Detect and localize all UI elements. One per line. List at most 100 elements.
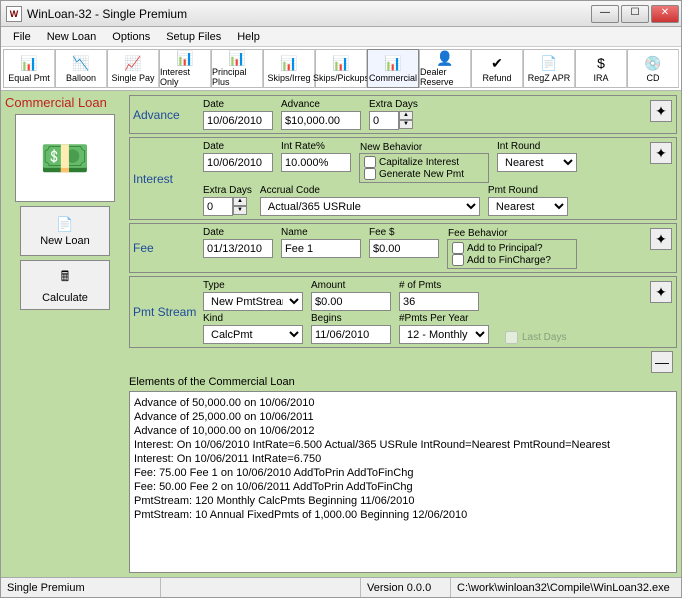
interest-extradays-label: Extra Days: [203, 185, 252, 196]
spin-up[interactable]: ▲: [233, 197, 247, 206]
close-button[interactable]: ✕: [651, 5, 679, 23]
toolbar-regz-apr[interactable]: 📄RegZ APR: [523, 49, 575, 88]
advance-date-input[interactable]: [203, 111, 273, 130]
calculate-button[interactable]: 🖩 Calculate: [20, 260, 110, 310]
generate-new-pmt-checkbox[interactable]: [364, 168, 376, 180]
fee-title: Fee: [133, 227, 201, 269]
toolbar-icon: 📈: [124, 55, 141, 73]
advance-date-label: Date: [203, 99, 273, 110]
toolbar-single-pay[interactable]: 📈Single Pay: [107, 49, 159, 88]
toolbar-skips-pickups[interactable]: 📊Skips/Pickups: [315, 49, 367, 88]
spin-down[interactable]: ▼: [399, 120, 413, 129]
list-item[interactable]: PmtStream: 120 Monthly CalcPmts Beginnin…: [134, 494, 672, 508]
statusbar: Single Premium Version 0.0.0 C:\work\win…: [1, 577, 681, 597]
window-title: WinLoan-32 - Single Premium: [27, 7, 591, 21]
add-to-fincharge-checkbox[interactable]: [452, 254, 464, 266]
calculate-icon: 🖩: [61, 266, 69, 290]
interest-extradays-input[interactable]: [203, 197, 233, 216]
interest-title: Interest: [133, 141, 201, 216]
toolbar-dealer-reserve[interactable]: 👤Dealer Reserve: [419, 49, 471, 88]
fee-date-input[interactable]: [203, 239, 273, 258]
menu-help[interactable]: Help: [229, 29, 268, 45]
toolbar-ira[interactable]: $IRA: [575, 49, 627, 88]
spin-up[interactable]: ▲: [399, 111, 413, 120]
list-item[interactable]: Interest: On 10/06/2010 IntRate=6.500 Ac…: [134, 438, 672, 452]
pmt-begins-input[interactable]: [311, 325, 391, 344]
calculate-label: Calculate: [42, 292, 88, 304]
status-mode: Single Premium: [1, 578, 161, 597]
toolbar-label: Interest Only: [160, 67, 210, 87]
pmtstream-add-button[interactable]: ✦: [650, 281, 672, 303]
capitalize-interest-label: Capitalize Interest: [379, 157, 459, 168]
pmt-kind-select[interactable]: CalcPmt: [203, 325, 303, 344]
advance-add-button[interactable]: ✦: [650, 100, 672, 122]
pmt-amount-input[interactable]: [311, 292, 391, 311]
fee-name-input[interactable]: [281, 239, 361, 258]
toolbar-interest-only[interactable]: 📊Interest Only: [159, 49, 211, 88]
num-pmts-input[interactable]: [399, 292, 479, 311]
toolbar-icon: 👤: [436, 50, 453, 67]
left-column: Commercial Loan 💵 📄 New Loan 🖩 Calculate: [5, 95, 125, 573]
toolbar-balloon[interactable]: 📉Balloon: [55, 49, 107, 88]
pmts-per-year-label: #Pmts Per Year: [399, 313, 489, 324]
interest-rate-input[interactable]: [281, 153, 351, 172]
toolbar-refund[interactable]: ✔Refund: [471, 49, 523, 88]
toolbar-skips-irreg[interactable]: 📊Skips/Irreg: [263, 49, 315, 88]
loan-image: 💵: [15, 114, 115, 202]
app-window: W WinLoan-32 - Single Premium — ☐ ✕ File…: [0, 0, 682, 598]
list-item[interactable]: PmtStream: 10 Annual FixedPmts of 1,000.…: [134, 508, 672, 522]
list-item[interactable]: Interest: On 10/06/2011 IntRate=6.750: [134, 452, 672, 466]
toolbar-icon: 📊: [20, 55, 37, 73]
list-item[interactable]: Advance of 10,000.00 on 10/06/2012: [134, 424, 672, 438]
capitalize-interest-checkbox[interactable]: [364, 156, 376, 168]
list-item[interactable]: Fee: 75.00 Fee 1 on 10/06/2010 AddToPrin…: [134, 466, 672, 480]
pmt-round-label: Pmt Round: [488, 185, 568, 196]
advance-amount-input[interactable]: [281, 111, 361, 130]
list-item[interactable]: Advance of 25,000.00 on 10/06/2011: [134, 410, 672, 424]
pmts-per-year-select[interactable]: 12 - Monthly: [399, 325, 489, 344]
list-item[interactable]: Advance of 50,000.00 on 10/06/2010: [134, 396, 672, 410]
menubar: File New Loan Options Setup Files Help: [1, 27, 681, 47]
elements-listbox[interactable]: Advance of 50,000.00 on 10/06/2010Advanc…: [129, 391, 677, 573]
toolbar-label: Refund: [482, 73, 511, 83]
status-version: Version 0.0.0: [361, 578, 451, 597]
toolbar-commercial[interactable]: 📊Commercial: [367, 49, 419, 88]
remove-element-button[interactable]: —: [651, 351, 673, 373]
new-loan-button[interactable]: 📄 New Loan: [20, 206, 110, 256]
pmt-amount-label: Amount: [311, 280, 391, 291]
fee-behavior-label: Fee Behavior: [448, 228, 507, 239]
pmt-begins-label: Begins: [311, 313, 391, 324]
pmt-round-select[interactable]: Nearest: [488, 197, 568, 216]
toolbar-label: Balloon: [66, 73, 96, 83]
accrual-code-select[interactable]: Actual/365 USRule: [260, 197, 480, 216]
toolbar-icon: 📊: [384, 55, 401, 73]
interest-add-button[interactable]: ✦: [650, 142, 672, 164]
status-spacer: [161, 578, 361, 597]
accrual-code-label: Accrual Code: [260, 185, 480, 196]
toolbar-principal-plus[interactable]: 📊Principal Plus: [211, 49, 263, 88]
pmt-kind-label: Kind: [203, 313, 303, 324]
spin-down[interactable]: ▼: [233, 206, 247, 215]
int-round-select[interactable]: Nearest: [497, 153, 577, 172]
fee-add-button[interactable]: ✦: [650, 228, 672, 250]
add-to-principal-checkbox[interactable]: [452, 242, 464, 254]
toolbar-equal-pmt[interactable]: 📊Equal Pmt: [3, 49, 55, 88]
menu-file[interactable]: File: [5, 29, 39, 45]
fee-amount-input[interactable]: [369, 239, 439, 258]
toolbar-icon: $: [597, 55, 605, 73]
menu-options[interactable]: Options: [104, 29, 158, 45]
toolbar-label: RegZ APR: [528, 73, 571, 83]
advance-extradays-input[interactable]: [369, 111, 399, 130]
maximize-button[interactable]: ☐: [621, 5, 649, 23]
interest-rate-label: Int Rate%: [281, 141, 351, 152]
fee-name-label: Name: [281, 227, 361, 238]
interest-date-input[interactable]: [203, 153, 273, 172]
menu-setup-files[interactable]: Setup Files: [158, 29, 229, 45]
list-item[interactable]: Fee: 50.00 Fee 2 on 10/06/2011 AddToPrin…: [134, 480, 672, 494]
pmt-type-select[interactable]: New PmtStream: [203, 292, 303, 311]
minimize-button[interactable]: —: [591, 5, 619, 23]
last-days-label: Last Days: [522, 332, 566, 343]
toolbar-cd[interactable]: 💿CD: [627, 49, 679, 88]
num-pmts-label: # of Pmts: [399, 280, 479, 291]
menu-new-loan[interactable]: New Loan: [39, 29, 105, 45]
